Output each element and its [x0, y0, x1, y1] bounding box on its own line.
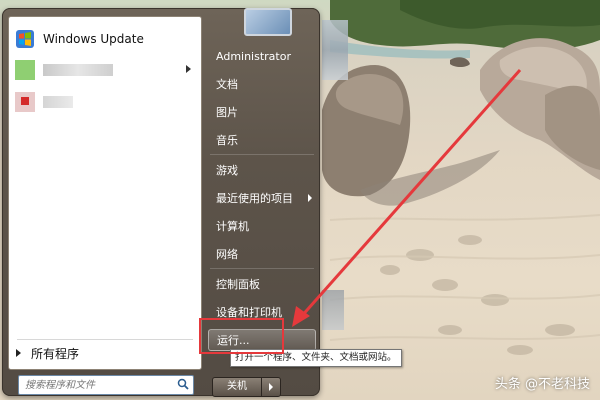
shutdown-options-button[interactable] [261, 377, 281, 397]
blurred-app-label [43, 64, 113, 76]
start-right-item-network[interactable]: 网络 [208, 243, 316, 265]
annotation-highlight-box [199, 318, 284, 354]
start-right-item-recent[interactable]: 最近使用的项目 [208, 187, 316, 209]
start-right-item-games[interactable]: 游戏 [208, 159, 316, 181]
search-icon[interactable] [177, 378, 189, 390]
start-right-item-pictures[interactable]: 图片 [208, 101, 316, 123]
user-account-picture[interactable] [244, 8, 292, 36]
separator [210, 268, 314, 269]
right-item-label: 图片 [216, 106, 238, 119]
start-menu-programs-pane: Windows Update [8, 16, 202, 370]
play-arrow-icon [16, 349, 21, 357]
right-item-label: 文档 [216, 78, 238, 91]
start-item-windows-update[interactable]: Windows Update [13, 26, 197, 52]
watermark: 头条 @不老科技 [494, 377, 590, 392]
start-right-item-documents[interactable]: 文档 [208, 73, 316, 95]
start-item-blurred[interactable] [13, 89, 197, 115]
desktop: Windows Update 所有程序 搜索程序和文件 Administrato… [0, 0, 600, 400]
search-box[interactable] [18, 375, 194, 395]
submenu-arrow-icon [308, 194, 312, 202]
blurred-app-icon-accent [21, 97, 29, 105]
all-programs-button[interactable]: 所有程序 [10, 343, 196, 363]
submenu-arrow-icon [186, 65, 191, 73]
blurred-app-icon [15, 60, 35, 80]
right-item-label: 音乐 [216, 134, 238, 147]
right-item-label: 网络 [216, 248, 238, 261]
right-item-label: 计算机 [216, 220, 249, 233]
start-right-item-administrator[interactable]: Administrator [208, 45, 316, 67]
windows-update-icon [16, 30, 34, 48]
blurred-desktop-icon [322, 290, 344, 330]
right-item-label: 控制面板 [216, 278, 260, 291]
search-input[interactable] [23, 377, 175, 393]
start-right-item-computer[interactable]: 计算机 [208, 215, 316, 237]
shutdown-button[interactable]: 关机 [212, 377, 262, 397]
chevron-right-icon [269, 383, 273, 391]
right-item-label: Administrator [216, 49, 291, 63]
blurred-desktop-icon [322, 20, 348, 80]
right-item-label: 最近使用的项目 [216, 192, 293, 205]
separator [17, 339, 193, 340]
right-item-label: 游戏 [216, 164, 238, 177]
blurred-app-label [43, 96, 73, 108]
all-programs-label: 所有程序 [31, 346, 80, 361]
start-item-label: Windows Update [43, 32, 144, 46]
start-item-blurred[interactable] [13, 57, 197, 83]
start-right-item-music[interactable]: 音乐 [208, 129, 316, 151]
start-right-item-control-panel[interactable]: 控制面板 [208, 273, 316, 295]
separator [210, 154, 314, 155]
